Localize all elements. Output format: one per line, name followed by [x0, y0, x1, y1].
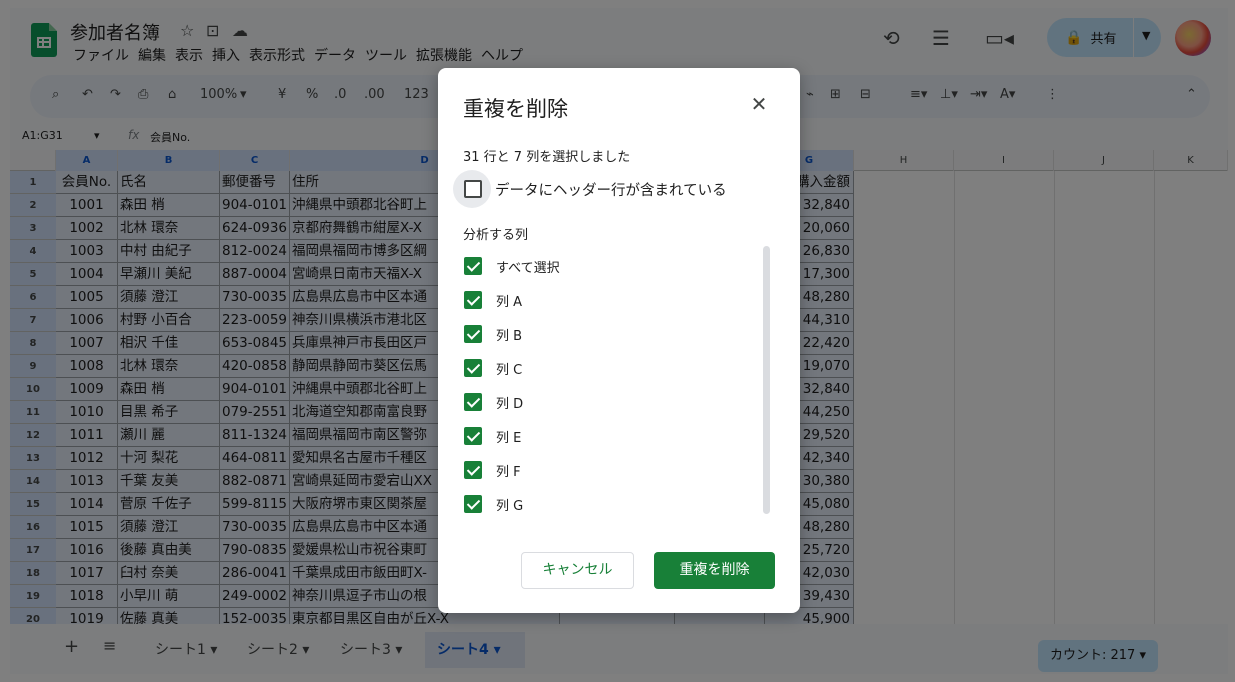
- column-checkbox-item[interactable]: 列 B: [464, 324, 522, 344]
- columns-section-label: 分析する列: [463, 228, 529, 243]
- column-checkbox-item[interactable]: 列 F: [464, 460, 521, 480]
- header-row-checkbox[interactable]: [464, 180, 482, 198]
- checkbox-label: 列 B: [496, 328, 523, 344]
- checkbox[interactable]: [464, 495, 482, 513]
- remove-duplicates-button[interactable]: 重複を削除: [654, 552, 775, 589]
- checkbox[interactable]: [464, 393, 482, 411]
- checkbox-label: 列 C: [496, 362, 523, 378]
- column-checkbox-item[interactable]: 列 G: [464, 494, 523, 514]
- selection-info: 31 行と 7 列を選択しました: [463, 150, 631, 165]
- remove-duplicates-dialog: 重複を削除 ✕ 31 行と 7 列を選択しました データにヘッダー行が含まれてい…: [438, 68, 800, 613]
- checkbox-label: 列 A: [496, 294, 523, 310]
- list-scrollbar[interactable]: [763, 246, 770, 514]
- checkbox[interactable]: [464, 291, 482, 309]
- checkbox-label: 列 G: [496, 498, 524, 514]
- checkbox[interactable]: [464, 427, 482, 445]
- close-icon[interactable]: ✕: [748, 93, 770, 115]
- checkbox[interactable]: [464, 257, 482, 275]
- cancel-button[interactable]: キャンセル: [521, 552, 634, 589]
- checkbox[interactable]: [464, 325, 482, 343]
- checkbox-label: 列 E: [496, 430, 522, 446]
- checkbox-label: すべて選択: [496, 260, 560, 276]
- checkbox[interactable]: [464, 461, 482, 479]
- checkbox-label: 列 F: [496, 464, 521, 480]
- checkbox-label: 列 D: [496, 396, 524, 412]
- checkbox[interactable]: [464, 359, 482, 377]
- column-checkbox-item[interactable]: 列 E: [464, 426, 521, 446]
- column-checkbox-item[interactable]: 列 D: [464, 392, 523, 412]
- column-checkbox-item[interactable]: 列 A: [464, 290, 522, 310]
- column-checkbox-item[interactable]: 列 C: [464, 358, 522, 378]
- header-row-checkbox-label[interactable]: データにヘッダー行が含まれている: [495, 179, 727, 200]
- dialog-title: 重複を削除: [463, 97, 568, 121]
- column-checkbox-item[interactable]: すべて選択: [464, 256, 560, 276]
